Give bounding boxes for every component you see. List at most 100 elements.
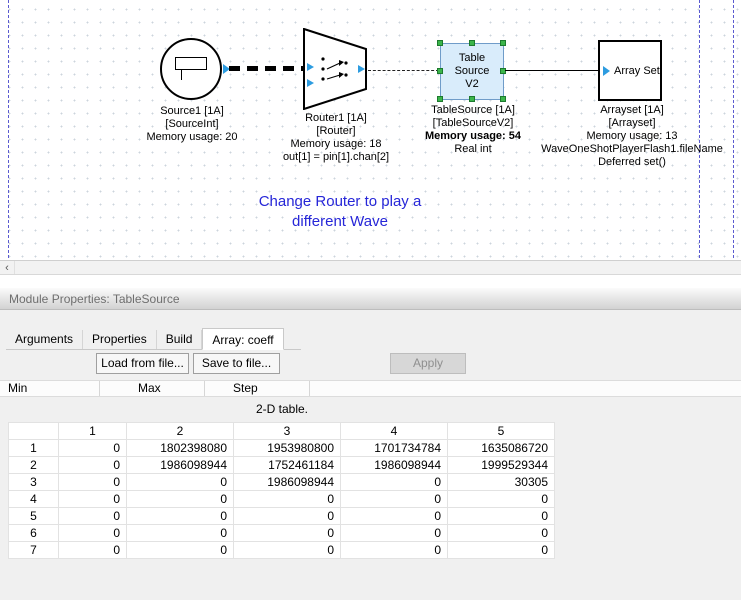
table-row: 700000 (9, 542, 555, 559)
table-caption: 2-D table. (8, 402, 556, 416)
column-header: 4 (341, 423, 448, 440)
table-corner (9, 423, 59, 440)
column-header: 1 (59, 423, 127, 440)
range-header: Min Max Step (0, 380, 741, 397)
table-row: 500000 (9, 508, 555, 525)
table-cell[interactable]: 0 (234, 508, 341, 525)
wire-tablesource-arrayset[interactable] (505, 70, 598, 71)
scroll-left-button[interactable]: ‹ (0, 261, 15, 274)
row-header: 4 (9, 491, 59, 508)
range-header-step: Step (205, 381, 310, 396)
column-header: 5 (448, 423, 555, 440)
arrayset-block-label: Array Set (614, 65, 660, 77)
table-cell[interactable]: 0 (59, 474, 127, 491)
row-header: 7 (9, 542, 59, 559)
row-header: 1 (9, 440, 59, 457)
table-cell[interactable]: 0 (448, 491, 555, 508)
table-cell[interactable]: 1701734784 (341, 440, 448, 457)
column-header: 2 (127, 423, 234, 440)
selection-handle[interactable] (469, 40, 475, 46)
table-cell[interactable]: 0 (59, 525, 127, 542)
tab-arguments[interactable]: Arguments (6, 330, 83, 349)
table-cell[interactable]: 0 (448, 525, 555, 542)
source-node-labels: Source1 [1A][SourceInt]Memory usage: 20 (127, 105, 257, 144)
table-cell[interactable]: 1999529344 (448, 457, 555, 474)
scroll-left-icon: ‹ (5, 262, 9, 274)
selection-handle[interactable] (437, 96, 443, 102)
tab-build[interactable]: Build (157, 330, 203, 349)
tablesource-block-text: TableSourceV2 (440, 43, 504, 100)
wire-source-router[interactable] (229, 66, 303, 71)
tab-properties[interactable]: Properties (83, 330, 157, 349)
arrayset-node[interactable]: Array Set (598, 40, 662, 101)
table-cell[interactable]: 0 (234, 525, 341, 542)
table-cell[interactable]: 1986098944 (127, 457, 234, 474)
router-node[interactable] (303, 28, 369, 110)
source-symbol-icon (175, 57, 207, 70)
table-row: 3001986098944030305 (9, 474, 555, 491)
selection-handle[interactable] (500, 96, 506, 102)
table-cell[interactable]: 0 (127, 542, 234, 559)
table-cell[interactable]: 1986098944 (234, 474, 341, 491)
table-cell[interactable]: 1986098944 (341, 457, 448, 474)
table-cell[interactable]: 0 (59, 491, 127, 508)
scroll-track[interactable] (15, 261, 741, 274)
tab-array-coeff[interactable]: Array: coeff (202, 328, 283, 350)
table-cell[interactable]: 1802398080 (127, 440, 234, 457)
table-cell[interactable]: 0 (448, 542, 555, 559)
range-header-min: Min (0, 381, 100, 396)
panel-gap (0, 275, 741, 288)
tablesource-node-labels: TableSource [1A][TableSourceV2]Memory us… (398, 104, 548, 156)
selection-handle[interactable] (469, 96, 475, 102)
tabbar: Arguments Properties Build Array: coeff (6, 328, 301, 350)
table-cell[interactable]: 0 (59, 440, 127, 457)
table-cell[interactable]: 0 (127, 525, 234, 542)
table-cell[interactable]: 0 (234, 542, 341, 559)
arrayset-input-pin-icon[interactable] (603, 66, 610, 76)
coeff-table: 1234510180239808019539808001701734784163… (8, 422, 555, 559)
table-cell[interactable]: 1953980800 (234, 440, 341, 457)
arrayset-node-labels: Arrayset [1A][Arrayset]Memory usage: 13W… (537, 104, 727, 169)
row-header: 2 (9, 457, 59, 474)
table-cell[interactable]: 0 (341, 542, 448, 559)
table-cell[interactable]: 0 (59, 508, 127, 525)
load-from-file-button[interactable]: Load from file... (96, 353, 189, 374)
row-header: 6 (9, 525, 59, 542)
router-node-labels: Router1 [1A][Router]Memory usage: 18out[… (263, 112, 409, 164)
apply-button[interactable]: Apply (390, 353, 466, 374)
table-cell[interactable]: 0 (127, 491, 234, 508)
save-to-file-button[interactable]: Save to file... (193, 353, 280, 374)
wire-router-tablesource[interactable] (368, 70, 439, 71)
table-cell[interactable]: 0 (59, 542, 127, 559)
table-cell[interactable]: 0 (341, 474, 448, 491)
table-cell[interactable]: 1752461184 (234, 457, 341, 474)
table-cell[interactable]: 0 (341, 525, 448, 542)
table-cell[interactable]: 0 (341, 508, 448, 525)
table-cell[interactable]: 0 (59, 457, 127, 474)
table-cell[interactable]: 0 (127, 474, 234, 491)
table-row: 400000 (9, 491, 555, 508)
table-cell[interactable]: 0 (448, 508, 555, 525)
table-cell[interactable]: 30305 (448, 474, 555, 491)
app-window: TableSourceV2 Array Set Source1 [1A][Sou… (0, 0, 741, 600)
design-canvas[interactable]: TableSourceV2 Array Set Source1 [1A][Sou… (0, 0, 741, 260)
selection-handle[interactable] (500, 40, 506, 46)
panel-titlebar: Module Properties: TableSource (0, 288, 741, 310)
tablesource-node[interactable]: TableSourceV2 (440, 43, 504, 100)
range-header-max: Max (100, 381, 205, 396)
selection-handle[interactable] (500, 68, 506, 74)
canvas-annotation[interactable]: Change Router to play adifferent Wave (235, 192, 445, 232)
horizontal-scrollbar[interactable]: ‹ (0, 260, 741, 275)
source-symbol-stem (181, 70, 182, 80)
table-cell[interactable]: 0 (234, 491, 341, 508)
panel-body: Arguments Properties Build Array: coeff … (0, 310, 741, 600)
table-cell[interactable]: 1635086720 (448, 440, 555, 457)
source-node[interactable] (160, 38, 222, 100)
page-guide-left (8, 0, 9, 258)
column-header: 3 (234, 423, 341, 440)
selection-handle[interactable] (437, 68, 443, 74)
table-cell[interactable]: 0 (127, 508, 234, 525)
selection-handle[interactable] (437, 40, 443, 46)
panel-title: Module Properties: TableSource (9, 292, 180, 306)
table-cell[interactable]: 0 (341, 491, 448, 508)
